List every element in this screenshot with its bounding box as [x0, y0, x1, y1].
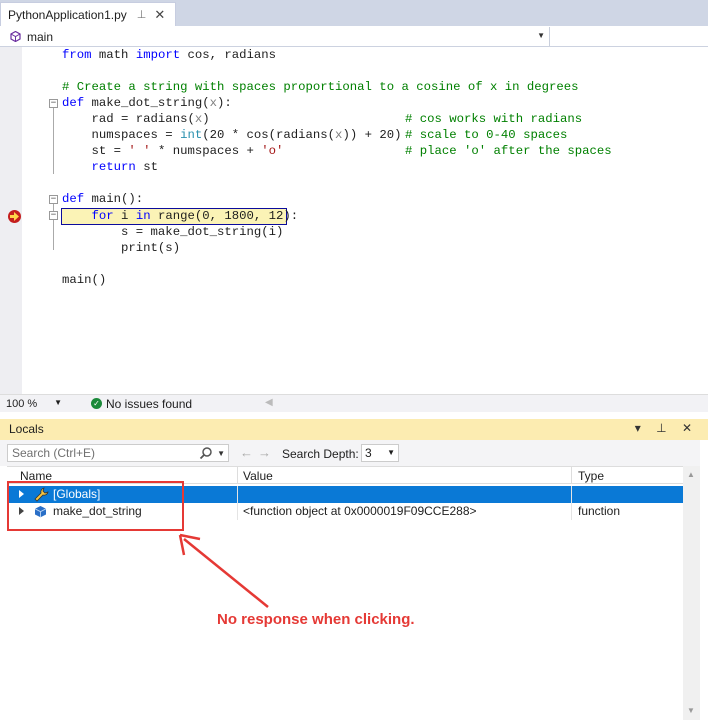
code-line-main-call: main() — [62, 273, 107, 287]
row-separator — [571, 503, 572, 520]
pin-icon[interactable]: ⊥ — [137, 8, 147, 21]
chevron-down-icon: ▼ — [387, 448, 395, 457]
column-separator[interactable] — [571, 467, 572, 484]
issues-status[interactable]: No issues found — [106, 397, 192, 411]
execution-arrow-icon — [10, 212, 19, 221]
code-line-1: from math import cos, radians — [62, 48, 277, 62]
panel-title: Locals — [9, 422, 44, 436]
scroll-left-icon[interactable]: ◀ — [265, 397, 273, 408]
column-value[interactable]: Value — [243, 469, 273, 483]
row-separator — [237, 503, 238, 520]
variable-type: function — [578, 504, 621, 518]
code-line-return: return st — [91, 160, 158, 174]
scroll-up-icon[interactable]: ▲ — [687, 470, 695, 479]
locals-panel-header: Locals ▾ ⊥ ✕ — [0, 419, 708, 440]
collapse-icon[interactable]: − — [49, 195, 58, 204]
search-navigation-arrows[interactable]: ←→ — [240, 445, 276, 460]
member-dropdown[interactable] — [551, 27, 708, 46]
scope-dropdown[interactable]: main ▼ — [0, 27, 550, 46]
collapse-icon[interactable]: − — [49, 99, 58, 108]
code-comment-rad: # cos works with radians — [405, 112, 583, 126]
chevron-down-icon: ▼ — [537, 31, 545, 40]
code-line-def-make-dot-string: def make_dot_string(x): — [62, 96, 232, 110]
code-line-def-main: def main(): — [62, 192, 144, 206]
scope-label: main — [27, 29, 54, 44]
panel-right-edge — [700, 440, 708, 720]
search-depth-dropdown[interactable]: 3 ▼ — [361, 444, 399, 462]
search-placeholder: Search (Ctrl+E) — [12, 446, 96, 460]
code-line-st: st = ' ' * numspaces + 'o' — [62, 144, 284, 158]
annotation-arrow — [178, 533, 269, 608]
code-line-for: for i in range(0, 1800, 12): — [91, 209, 299, 223]
row-separator — [237, 486, 238, 503]
fold-guide — [53, 220, 54, 250]
tab-pythonapplication1[interactable]: PythonApplication1.py ⊥ ✕ — [0, 2, 176, 26]
code-line-numspaces: numspaces = int(20 * cos(radians(x)) + 2… — [62, 128, 402, 142]
column-type[interactable]: Type — [578, 469, 604, 483]
zoom-dropdown[interactable]: 100 % ▼ — [6, 397, 64, 411]
variable-value: <function object at 0x0000019F09CCE288> — [243, 504, 477, 518]
code-line-print: print(s) — [62, 241, 181, 255]
column-separator[interactable] — [237, 467, 238, 484]
chevron-down-icon: ▼ — [54, 398, 62, 407]
annotation-text: No response when clicking. — [217, 611, 415, 628]
search-depth-value: 3 — [365, 446, 372, 460]
search-depth-label: Search Depth: — [282, 447, 359, 461]
editor-status-bar: 100 % ▼ ✓ No issues found ◀ — [0, 394, 708, 412]
annotation-highlight-box — [7, 481, 184, 531]
code-line-comment: # Create a string with spaces proportion… — [62, 80, 579, 94]
code-comment-st: # place 'o' after the spaces — [405, 144, 612, 158]
fold-guide — [53, 108, 54, 174]
vertical-scrollbar[interactable] — [683, 466, 700, 720]
row-separator — [571, 486, 572, 503]
close-tab-icon[interactable]: ✕ — [154, 7, 165, 23]
cube-icon — [10, 31, 21, 42]
document-tab-strip: PythonApplication1.py ⊥ ✕ — [0, 0, 708, 26]
chevron-down-icon[interactable]: ▼ — [217, 449, 225, 458]
navigation-bar: main ▼ — [0, 26, 708, 47]
collapse-icon[interactable]: − — [49, 211, 58, 220]
search-input[interactable]: Search (Ctrl+E) ▼ — [7, 444, 229, 462]
tab-title: PythonApplication1.py — [8, 7, 127, 22]
zoom-level: 100 % — [6, 398, 38, 410]
search-icon[interactable] — [199, 446, 213, 460]
code-line-s: s = make_dot_string(i) — [62, 225, 284, 239]
code-line-rad: rad = radians(x) — [62, 112, 210, 126]
panel-window-controls[interactable]: ▾ ⊥ ✕ — [635, 421, 698, 435]
scroll-down-icon[interactable]: ▼ — [687, 706, 695, 715]
check-icon: ✓ — [91, 398, 102, 409]
code-comment-numspaces: # scale to 0-40 spaces — [405, 128, 568, 142]
